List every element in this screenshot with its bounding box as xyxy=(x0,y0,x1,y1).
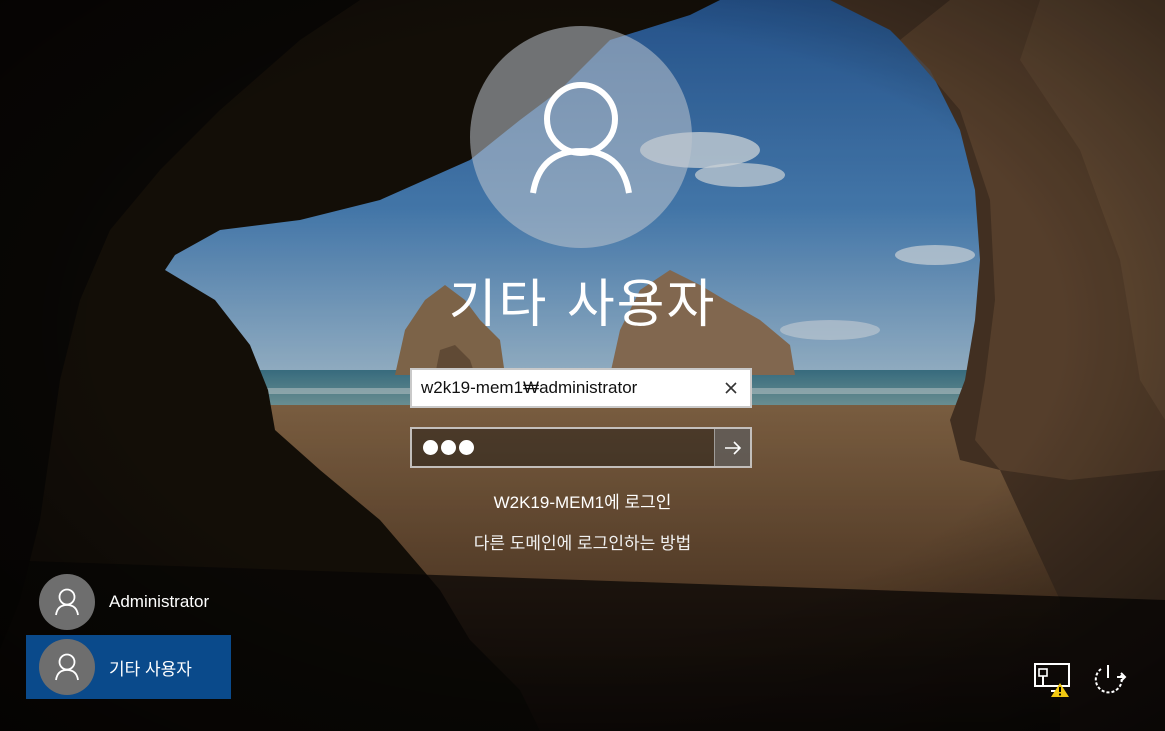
password-dot xyxy=(459,440,474,455)
user-icon xyxy=(55,653,79,681)
user-avatar xyxy=(39,574,95,630)
password-input[interactable] xyxy=(412,440,714,455)
network-button[interactable] xyxy=(1033,660,1073,700)
password-dot xyxy=(441,440,456,455)
username-field[interactable] xyxy=(410,368,752,408)
network-warning-icon xyxy=(1034,663,1070,697)
password-dot xyxy=(423,440,438,455)
user-list-item-label: 기타 사용자 xyxy=(109,659,192,679)
arrow-right-icon xyxy=(724,440,741,455)
power-button[interactable] xyxy=(1089,660,1129,700)
user-list-item-administrator[interactable]: Administrator xyxy=(26,570,231,634)
user-avatar-large xyxy=(470,26,692,248)
other-domain-link[interactable]: 다른 도메인에 로그인하는 방법 xyxy=(0,529,1165,554)
user-list-item-label: Administrator xyxy=(109,592,210,611)
submit-button[interactable] xyxy=(714,429,750,466)
power-icon xyxy=(1094,665,1127,694)
page-title: 기타 사용자 xyxy=(448,275,717,335)
password-field[interactable] xyxy=(410,427,752,468)
user-icon xyxy=(530,82,632,194)
username-input[interactable] xyxy=(412,370,712,406)
user-avatar xyxy=(39,639,95,695)
user-icon xyxy=(55,588,79,616)
user-list-item-other-user[interactable]: 기타 사용자 xyxy=(26,635,231,699)
signin-target-text: W2K19-MEM1에 로그인 xyxy=(493,493,672,512)
close-icon xyxy=(725,382,737,394)
clear-button[interactable] xyxy=(712,370,750,406)
